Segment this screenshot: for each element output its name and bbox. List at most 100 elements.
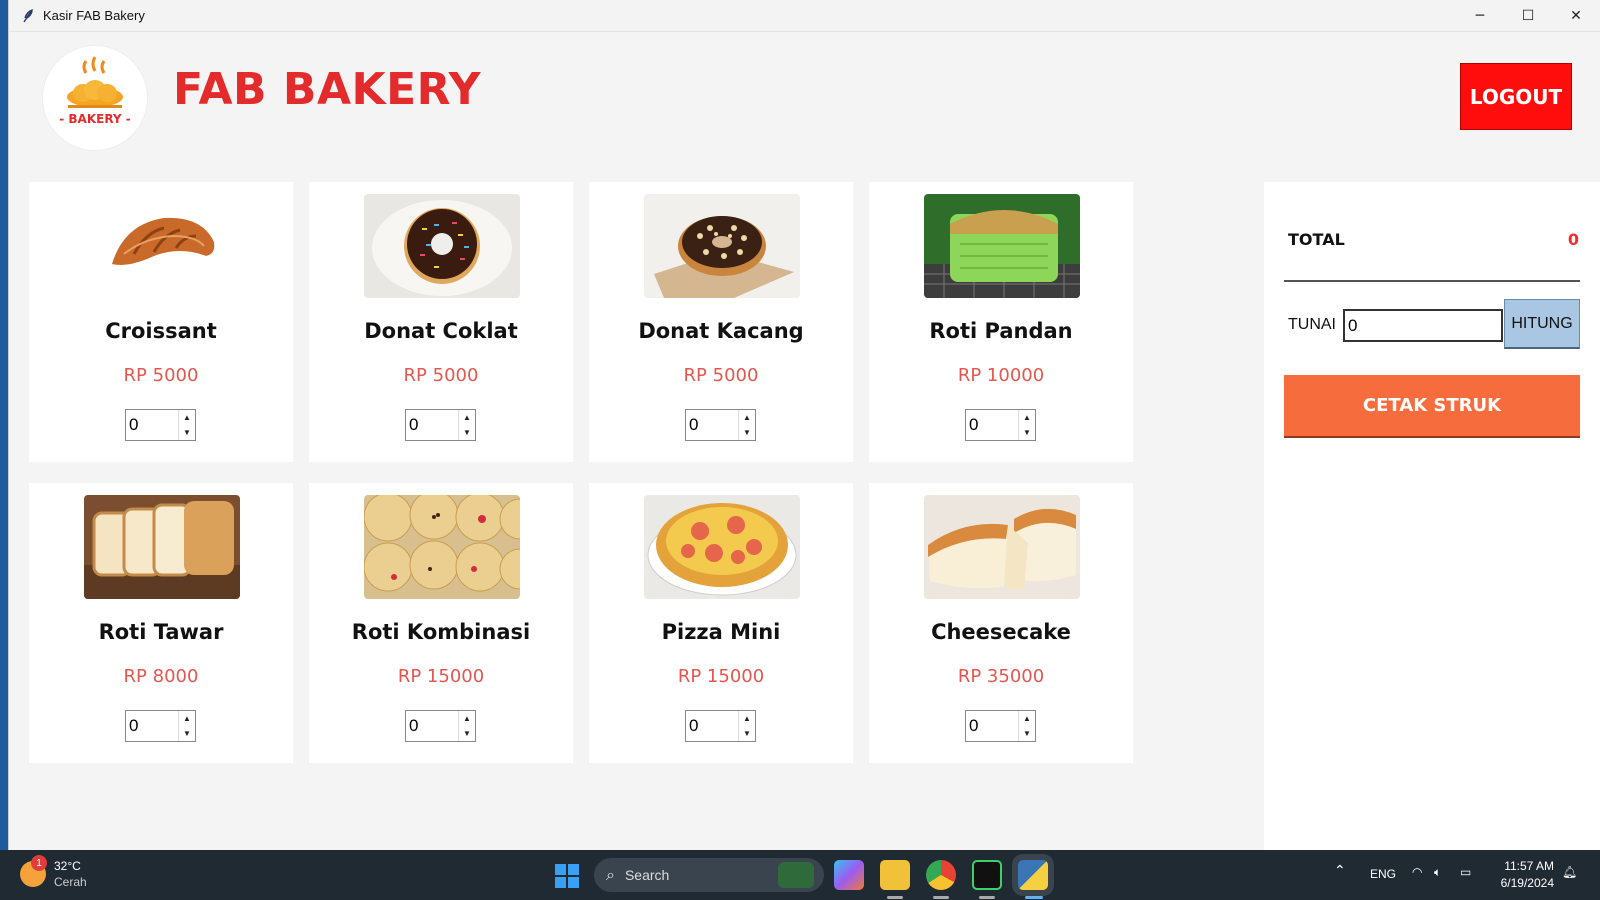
croissant-image — [84, 194, 240, 298]
product-card-cheesecake: Cheesecake RP 35000 ▲▼ — [869, 483, 1133, 763]
battery-icon[interactable]: ▭ — [1460, 865, 1471, 879]
decrement-arrow-icon[interactable]: ▼ — [459, 726, 475, 741]
active-indicator — [887, 896, 903, 899]
increment-arrow-icon[interactable]: ▲ — [1019, 711, 1035, 726]
product-price: RP 35000 — [957, 666, 1045, 687]
decrement-arrow-icon[interactable]: ▼ — [459, 425, 475, 440]
increment-arrow-icon[interactable]: ▲ — [459, 410, 475, 425]
quantity-stepper[interactable]: ▲▼ — [125, 710, 196, 742]
chevron-up-icon[interactable]: ⌃ — [1334, 863, 1346, 879]
increment-arrow-icon[interactable]: ▲ — [179, 410, 195, 425]
pycharm-icon[interactable] — [972, 860, 1002, 890]
increment-arrow-icon[interactable]: ▲ — [459, 711, 475, 726]
quantity-input[interactable] — [686, 711, 738, 741]
product-name: Roti Kombinasi — [351, 620, 531, 644]
copilot-icon[interactable] — [834, 860, 864, 890]
language-indicator[interactable]: ENG — [1370, 867, 1396, 881]
quantity-stepper[interactable]: ▲▼ — [405, 710, 476, 742]
window-controls: ─ ☐ ✕ — [1456, 0, 1600, 32]
quantity-input[interactable] — [126, 711, 178, 741]
increment-arrow-icon[interactable]: ▲ — [179, 711, 195, 726]
product-name: Donat Coklat — [364, 319, 518, 343]
divider — [1284, 280, 1580, 282]
quantity-input[interactable] — [966, 410, 1018, 440]
product-name: Roti Pandan — [929, 319, 1073, 343]
quantity-input[interactable] — [406, 410, 458, 440]
product-card-donat-kacang: Donat Kacang RP 5000 ▲▼ — [589, 182, 853, 462]
windows-start-icon[interactable] — [555, 864, 579, 888]
quantity-input[interactable] — [686, 410, 738, 440]
search-icon: ⌕ — [606, 865, 615, 884]
quantity-stepper[interactable]: ▲▼ — [965, 409, 1036, 441]
decrement-arrow-icon[interactable]: ▼ — [1019, 726, 1035, 741]
clock-time: 11:57 AM — [1504, 859, 1554, 873]
quantity-stepper[interactable]: ▲▼ — [685, 409, 756, 441]
quantity-input[interactable] — [126, 410, 178, 440]
decrement-arrow-icon[interactable]: ▼ — [179, 425, 195, 440]
decrement-arrow-icon[interactable]: ▼ — [1019, 425, 1035, 440]
total-label: TOTAL — [1288, 230, 1345, 249]
weather-description: Cerah — [54, 875, 87, 889]
product-name: Cheesecake — [931, 620, 1071, 644]
taskbar-search[interactable]: ⌕ Search — [594, 858, 824, 892]
quantity-stepper[interactable]: ▲▼ — [125, 409, 196, 441]
quantity-stepper[interactable]: ▲▼ — [405, 409, 476, 441]
mini-pizza-image — [644, 495, 800, 599]
notification-bell-icon[interactable]: 🔔︎ — [1562, 865, 1577, 879]
donut-peanut-image — [644, 194, 800, 298]
product-price: RP 10000 — [957, 365, 1045, 386]
decrement-arrow-icon[interactable]: ▼ — [739, 425, 755, 440]
quantity-stepper[interactable]: ▲▼ — [685, 710, 756, 742]
product-price: RP 15000 — [397, 666, 485, 687]
wifi-icon[interactable]: ◠ — [1412, 865, 1422, 879]
logout-button[interactable]: LOGOUT — [1460, 63, 1572, 130]
feather-icon — [23, 8, 33, 22]
cetak-struk-button[interactable]: CETAK STRUK — [1284, 375, 1580, 438]
product-card-croissant: Croissant RP 5000 ▲▼ — [29, 182, 293, 462]
pandan-bread-image — [924, 194, 1080, 298]
decrement-arrow-icon[interactable]: ▼ — [739, 726, 755, 741]
quantity-input[interactable] — [406, 711, 458, 741]
active-indicator — [1025, 896, 1043, 899]
hitung-button[interactable]: HITUNG — [1504, 299, 1580, 349]
volume-icon[interactable]: 🔈︎ — [1434, 865, 1441, 880]
clock-date: 6/19/2024 — [1500, 876, 1554, 890]
quantity-input[interactable] — [966, 711, 1018, 741]
weather-widget[interactable]: 1 32°C Cerah — [20, 855, 87, 890]
weather-sun-icon: 1 — [20, 855, 47, 887]
close-button[interactable]: ✕ — [1552, 0, 1600, 32]
python-icon[interactable] — [1018, 860, 1048, 890]
product-name: Croissant — [105, 319, 217, 343]
title-bar: Kasir FAB Bakery ─ ☐ ✕ — [9, 0, 1600, 32]
bread-logo-icon: - BAKERY - — [59, 56, 131, 126]
product-price: RP 8000 — [123, 666, 199, 687]
product-price: RP 5000 — [683, 365, 759, 386]
increment-arrow-icon[interactable]: ▲ — [1019, 410, 1035, 425]
increment-arrow-icon[interactable]: ▲ — [739, 410, 755, 425]
product-name: Donat Kacang — [638, 319, 804, 343]
product-card-roti-pandan: Roti Pandan RP 10000 ▲▼ — [869, 182, 1133, 462]
product-card-donat-coklat: Donat Coklat RP 5000 ▲▼ — [309, 182, 573, 462]
product-card-roti-kombinasi: Roti Kombinasi RP 15000 ▲▼ — [309, 483, 573, 763]
brand-title: FAB BAKERY — [173, 64, 481, 115]
weather-temperature: 32°C — [54, 859, 81, 873]
quantity-stepper[interactable]: ▲▼ — [965, 710, 1036, 742]
system-clock[interactable]: 11:57 AM 6/19/2024 — [1490, 858, 1554, 892]
product-price: RP 5000 — [403, 365, 479, 386]
chrome-icon[interactable] — [926, 860, 956, 890]
tunai-input[interactable] — [1343, 309, 1503, 342]
file-explorer-icon[interactable] — [880, 860, 910, 890]
tunai-label: TUNAI — [1288, 316, 1336, 333]
minimize-button[interactable]: ─ — [1456, 0, 1504, 32]
product-name: Roti Tawar — [98, 620, 224, 644]
logo-text: - BAKERY - — [59, 112, 131, 126]
total-value: 0 — [1567, 230, 1579, 249]
taskbar: 1 32°C Cerah ⌕ Search ⌃ ENG ◠ 🔈︎ ▭ 11:57… — [0, 850, 1600, 900]
product-card-pizza-mini: Pizza Mini RP 15000 ▲▼ — [589, 483, 853, 763]
decrement-arrow-icon[interactable]: ▼ — [179, 726, 195, 741]
window-title: Kasir FAB Bakery — [43, 8, 145, 23]
product-price: RP 15000 — [677, 666, 765, 687]
maximize-button[interactable]: ☐ — [1504, 0, 1552, 32]
product-price: RP 5000 — [123, 365, 199, 386]
increment-arrow-icon[interactable]: ▲ — [739, 711, 755, 726]
